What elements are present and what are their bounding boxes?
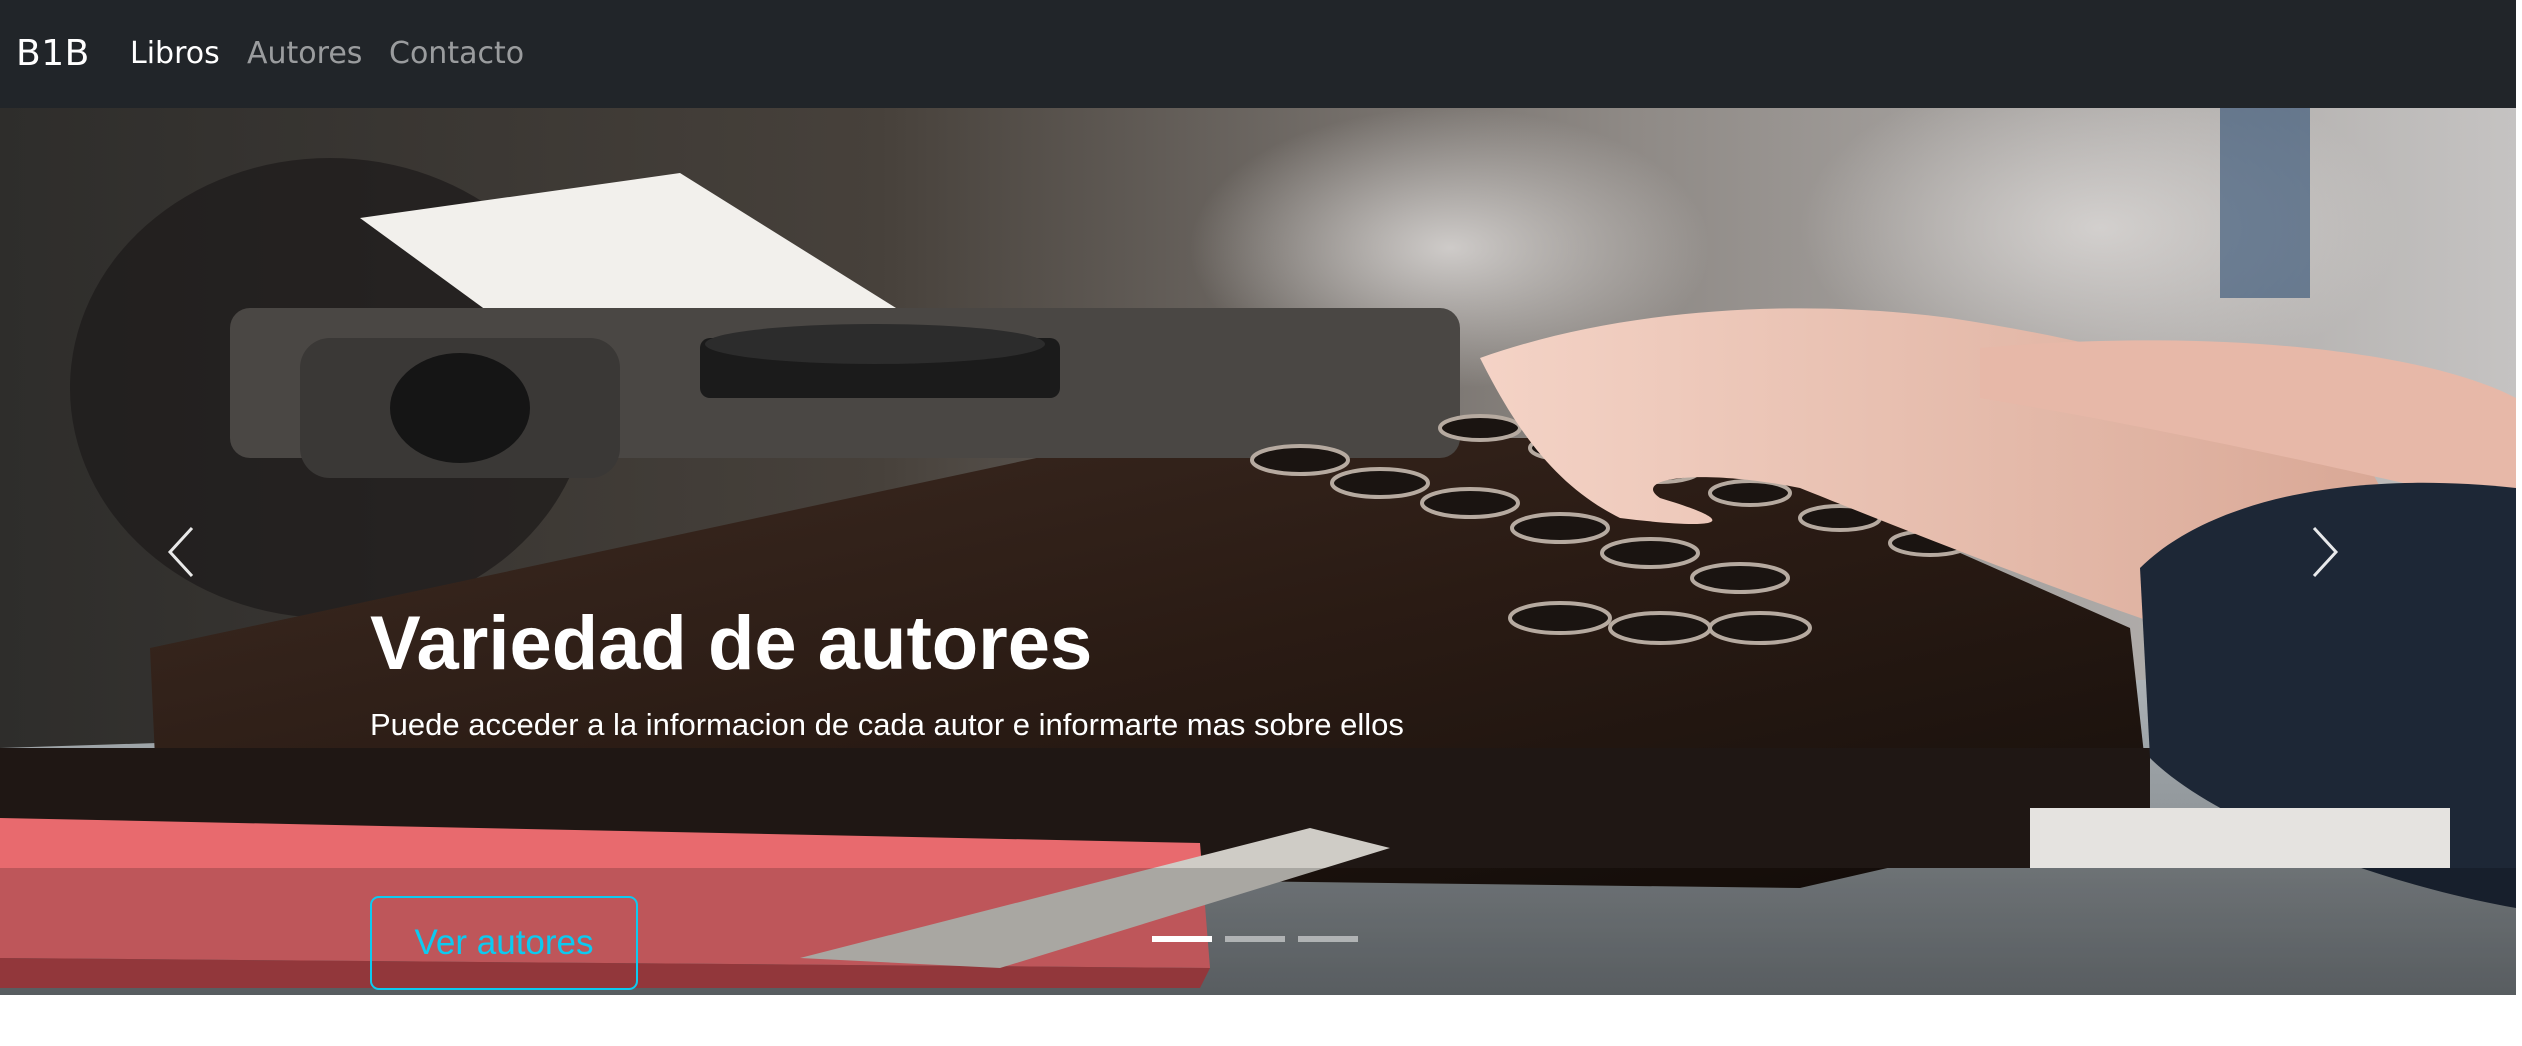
carousel-prev-button[interactable]: [150, 108, 210, 995]
carousel-indicator-3[interactable]: [1298, 936, 1358, 942]
navbar: B1B Libros Autores Contacto: [0, 0, 2516, 108]
carousel-indicators: [1152, 936, 1358, 942]
hero-carousel: Variedad de autores Puede acceder a la i…: [0, 108, 2516, 995]
ver-autores-button[interactable]: Ver autores: [370, 896, 638, 990]
chevron-right-icon: [2312, 526, 2339, 577]
slide-title: Variedad de autores: [370, 601, 1093, 686]
carousel-indicator-2[interactable]: [1225, 936, 1285, 942]
carousel-indicator-1[interactable]: [1152, 936, 1212, 942]
typewriter-photo: [0, 108, 2516, 995]
navbar-brand[interactable]: B1B: [16, 31, 90, 77]
chevron-left-icon: [167, 526, 194, 577]
nav-link-autores[interactable]: Autores: [247, 34, 362, 74]
carousel-next-button[interactable]: [2296, 108, 2356, 995]
slide-description: Puede acceder a la informacion de cada a…: [370, 707, 1404, 742]
carousel-caption: Variedad de autores Puede acceder a la i…: [370, 598, 1570, 990]
nav-link-libros[interactable]: Libros: [130, 34, 220, 74]
nav-link-contacto[interactable]: Contacto: [389, 34, 524, 74]
